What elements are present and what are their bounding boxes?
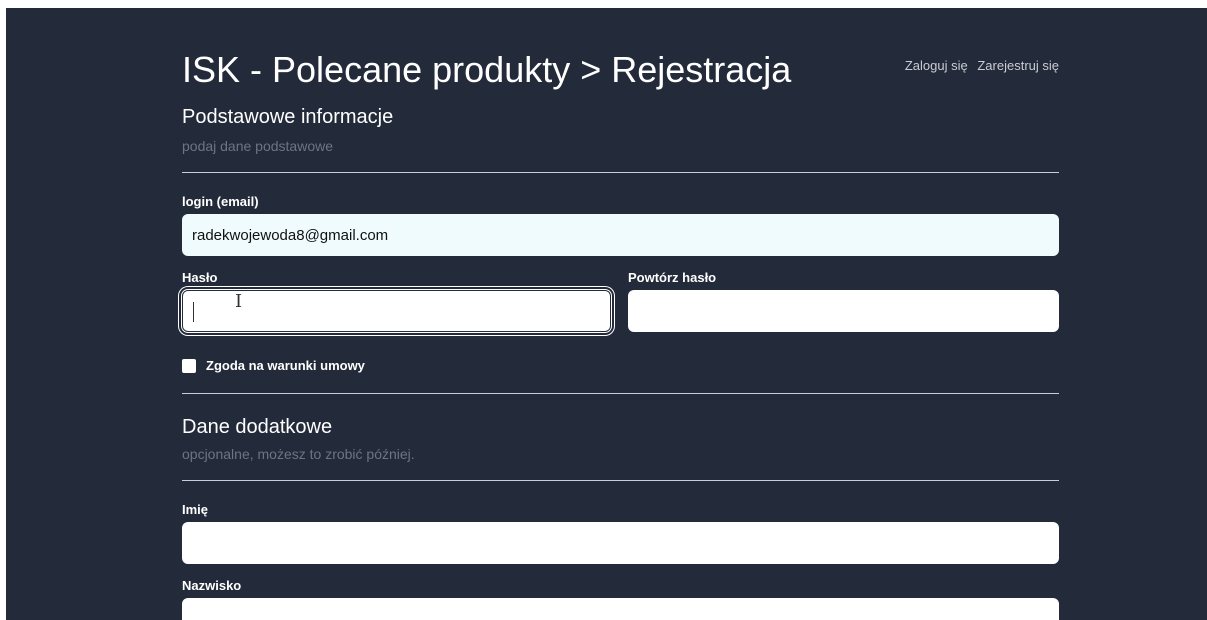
first-name-input[interactable] (182, 522, 1059, 564)
terms-checkbox-row[interactable]: Zgoda na warunki umowy (182, 358, 365, 373)
terms-checkbox[interactable] (182, 358, 196, 373)
last-name-label: Nazwisko (182, 578, 242, 593)
basic-section-subtitle: podaj dane podstawowe (182, 138, 334, 154)
section-divider (182, 393, 1059, 394)
password-label: Hasło (182, 270, 218, 285)
auth-links: Zaloguj się Zarejestruj się (899, 58, 1059, 73)
repeat-password-input[interactable] (628, 290, 1059, 332)
first-name-label: Imię (182, 502, 209, 517)
text-caret (193, 302, 194, 322)
basic-section-title: Podstawowe informacje (182, 106, 394, 128)
section-divider (182, 480, 1059, 481)
login-link[interactable]: Zaloguj się (905, 58, 968, 73)
page-title: ISK - Polecane produkty > Rejestracja (182, 49, 792, 90)
login-label: login (email) (182, 194, 259, 209)
password-input[interactable]: I (182, 290, 611, 332)
last-name-input[interactable] (182, 598, 1059, 620)
app-window: ISK - Polecane produkty > Rejestracja Za… (6, 8, 1207, 620)
section-divider (182, 172, 1059, 173)
terms-label: Zgoda na warunki umowy (206, 358, 365, 373)
main-container: ISK - Polecane produkty > Rejestracja Za… (182, 8, 1059, 620)
extra-section-title: Dane dodatkowe (182, 416, 333, 438)
login-email-input[interactable] (182, 214, 1059, 256)
register-link[interactable]: Zarejestruj się (977, 58, 1059, 73)
extra-section-subtitle: opcjonalne, możesz to zrobić później. (182, 446, 415, 462)
repeat-password-label: Powtórz hasło (628, 270, 717, 285)
text-cursor-ibeam-icon: I (235, 291, 243, 312)
